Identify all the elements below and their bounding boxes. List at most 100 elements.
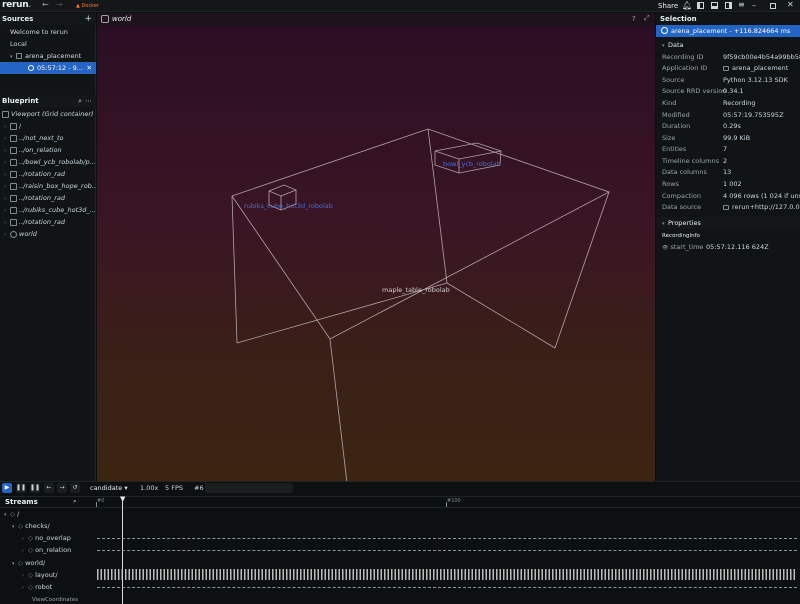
field-value[interactable]: rerun+http://127.0.0.1: — [723, 203, 800, 211]
step-back-icon[interactable]: ← — [44, 483, 54, 493]
viewport-tab-bar — [97, 13, 655, 26]
toggle-left-panel-icon[interactable] — [697, 2, 704, 9]
track-no-overlap[interactable] — [97, 538, 797, 539]
field-value-text: rerun+http://127.0.0.1: — [732, 203, 800, 211]
back-arrow-icon[interactable]: ← — [42, 0, 49, 9]
help-icon[interactable]: ? — [632, 15, 636, 23]
blueprint-item-bowl[interactable]: › ../bowl_ycb_robolab/p... — [0, 156, 96, 168]
entity-label-bowl[interactable]: bowl_ycb_robolab — [443, 160, 501, 168]
entity-label-rubiks[interactable]: rubiks_cube_hot3d_robolab — [244, 202, 333, 210]
share-button[interactable]: Share — [658, 2, 678, 10]
data-section-header[interactable]: ▾ Data — [662, 41, 684, 49]
blueprint-item-label: ../rubiks_cube_hot3d_... — [19, 206, 96, 214]
track-robot[interactable] — [97, 587, 797, 588]
stop-icon[interactable]: ❚❚ — [30, 483, 40, 493]
blueprint-item-root[interactable]: › / — [0, 120, 96, 132]
field-key: Source RRD version — [662, 87, 727, 95]
chevron-down-icon[interactable]: ⌄ — [27, 2, 32, 9]
chevron-down-icon: ▾ — [124, 484, 128, 492]
blueprint-item-label: ../bowl_ycb_robolab/p... — [19, 158, 96, 166]
fps-setting[interactable]: 5 FPS — [165, 484, 183, 492]
toggle-bottom-panel-icon[interactable] — [711, 2, 718, 9]
blueprint-item-rotation-1[interactable]: › ../rotation_rad — [0, 168, 96, 180]
toggle-right-panel-icon[interactable] — [725, 2, 732, 9]
entity-icon: ◇ — [28, 583, 33, 591]
property-key[interactable]: 👁︎ start_time — [662, 243, 703, 251]
blueprint-item-not-next-to[interactable]: › ../not_next_to — [0, 132, 96, 144]
play-icon[interactable]: ▶ — [2, 483, 12, 493]
viewport-tab-title[interactable]: world — [112, 15, 131, 23]
3d-viewport[interactable] — [97, 13, 655, 481]
forward-arrow-icon[interactable]: → — [56, 0, 63, 9]
stream-label: robot — [35, 583, 53, 591]
blueprint-item-rotation-3[interactable]: › ../rotation_rad — [0, 216, 96, 228]
entity-label-table[interactable]: maple_table_robolab — [382, 286, 450, 294]
sources-item-welcome[interactable]: Welcome to rerun — [0, 26, 96, 38]
blueprint-item-label: ../on_relation — [19, 146, 62, 154]
stream-on-relation[interactable]: › ◇ on_relation — [0, 544, 90, 556]
more-icon[interactable]: ⋯ — [85, 95, 92, 107]
3d-view-icon — [101, 15, 109, 23]
field-value: 05:57:19.753595Z — [723, 111, 784, 119]
selection-item-label: arena_placement - +116.824664 ms — [671, 27, 791, 35]
blueprint-item-viewport[interactable]: Viewport (Grid container) — [0, 108, 96, 120]
search-icon[interactable]: ⌕ — [73, 497, 77, 506]
stream-no-overlap[interactable]: › ◇ no_overlap — [0, 532, 90, 544]
current-frame[interactable]: #6 — [194, 484, 204, 492]
grid-container-icon — [2, 110, 9, 118]
sources-item-recording[interactable]: 05:57:12 - 9... ✕ — [0, 62, 96, 74]
timeline-selector[interactable]: candidate ▾ — [90, 484, 128, 492]
time-cursor[interactable] — [122, 500, 123, 604]
close-icon[interactable]: ✕ — [87, 62, 92, 74]
pause-icon[interactable]: ❚❚ — [16, 483, 26, 493]
menu-icon[interactable]: ≡ — [738, 0, 745, 9]
field-key: Timeline columns — [662, 157, 720, 165]
sources-item-local[interactable]: Local — [0, 38, 96, 50]
stream-checks[interactable]: ▾ ◇ checks/ — [0, 520, 90, 532]
blueprint-header: Blueprint ⌕ ⋯ — [0, 95, 96, 107]
3d-view-icon — [10, 230, 17, 238]
sources-title: Sources — [2, 15, 34, 23]
field-key: Size — [662, 134, 676, 142]
stream-view-coordinates[interactable]: ViewCoordinates — [0, 594, 90, 604]
stream-world[interactable]: ▾ ◇ world/ — [0, 557, 90, 569]
docker-badge: ▲ Docker — [76, 2, 99, 9]
track-layout[interactable] — [97, 569, 797, 580]
sources-item-arena-placement[interactable]: ▾ arena_placement — [0, 50, 96, 62]
stream-label: on_relation — [35, 546, 72, 554]
step-forward-icon[interactable]: → — [57, 483, 67, 493]
blueprint-item-rotation-2[interactable]: › ../rotation_rad — [0, 192, 96, 204]
properties-section-header[interactable]: ▾ Properties — [662, 219, 701, 227]
track-on-relation[interactable] — [97, 550, 797, 551]
playback-speed[interactable]: 1.00x — [140, 484, 158, 492]
stream-root[interactable]: ▾ ◇ / — [0, 508, 90, 520]
maximize-view-icon[interactable]: ⤢ — [644, 14, 650, 23]
field-value: 4 096 rows (1 024 if unsort — [723, 192, 800, 200]
entity-icon: ◇ — [28, 546, 33, 554]
stream-robot[interactable]: › ◇ robot — [0, 581, 90, 593]
frame-input[interactable] — [205, 483, 293, 493]
blueprint-item-raisin[interactable]: › ../raisin_box_hope_rob... — [0, 180, 96, 192]
blueprint-item-on-relation[interactable]: › ../on_relation — [0, 144, 96, 156]
tick-mark — [446, 502, 447, 507]
view-icon — [10, 146, 17, 154]
eye-icon[interactable]: 👁︎ — [662, 245, 668, 251]
minimize-icon[interactable]: – — [752, 1, 756, 10]
blueprint-item-world[interactable]: › world — [0, 228, 96, 240]
folder-icon — [723, 65, 729, 71]
maximize-icon[interactable] — [770, 3, 776, 9]
add-source-icon[interactable]: + — [84, 13, 92, 25]
field-value: 2 — [723, 157, 728, 165]
loop-icon[interactable]: ↺ — [70, 483, 80, 493]
notification-bell-icon[interactable]: 🔔︎ — [682, 1, 692, 10]
close-icon[interactable]: ✕ — [787, 0, 794, 9]
blueprint-item-label: ../not_next_to — [19, 134, 64, 142]
search-icon[interactable]: ⌕ — [78, 95, 82, 107]
tick-mark — [96, 502, 97, 507]
rerun-logo[interactable]: rerun — [2, 0, 29, 10]
stream-layout[interactable]: › ◇ layout/ — [0, 569, 90, 581]
blueprint-item-rubiks[interactable]: › ../rubiks_cube_hot3d_... — [0, 204, 96, 216]
field-value: 0.29s — [723, 122, 741, 130]
field-key: Entities — [662, 145, 687, 153]
field-value: 0.34.1 — [723, 87, 744, 95]
